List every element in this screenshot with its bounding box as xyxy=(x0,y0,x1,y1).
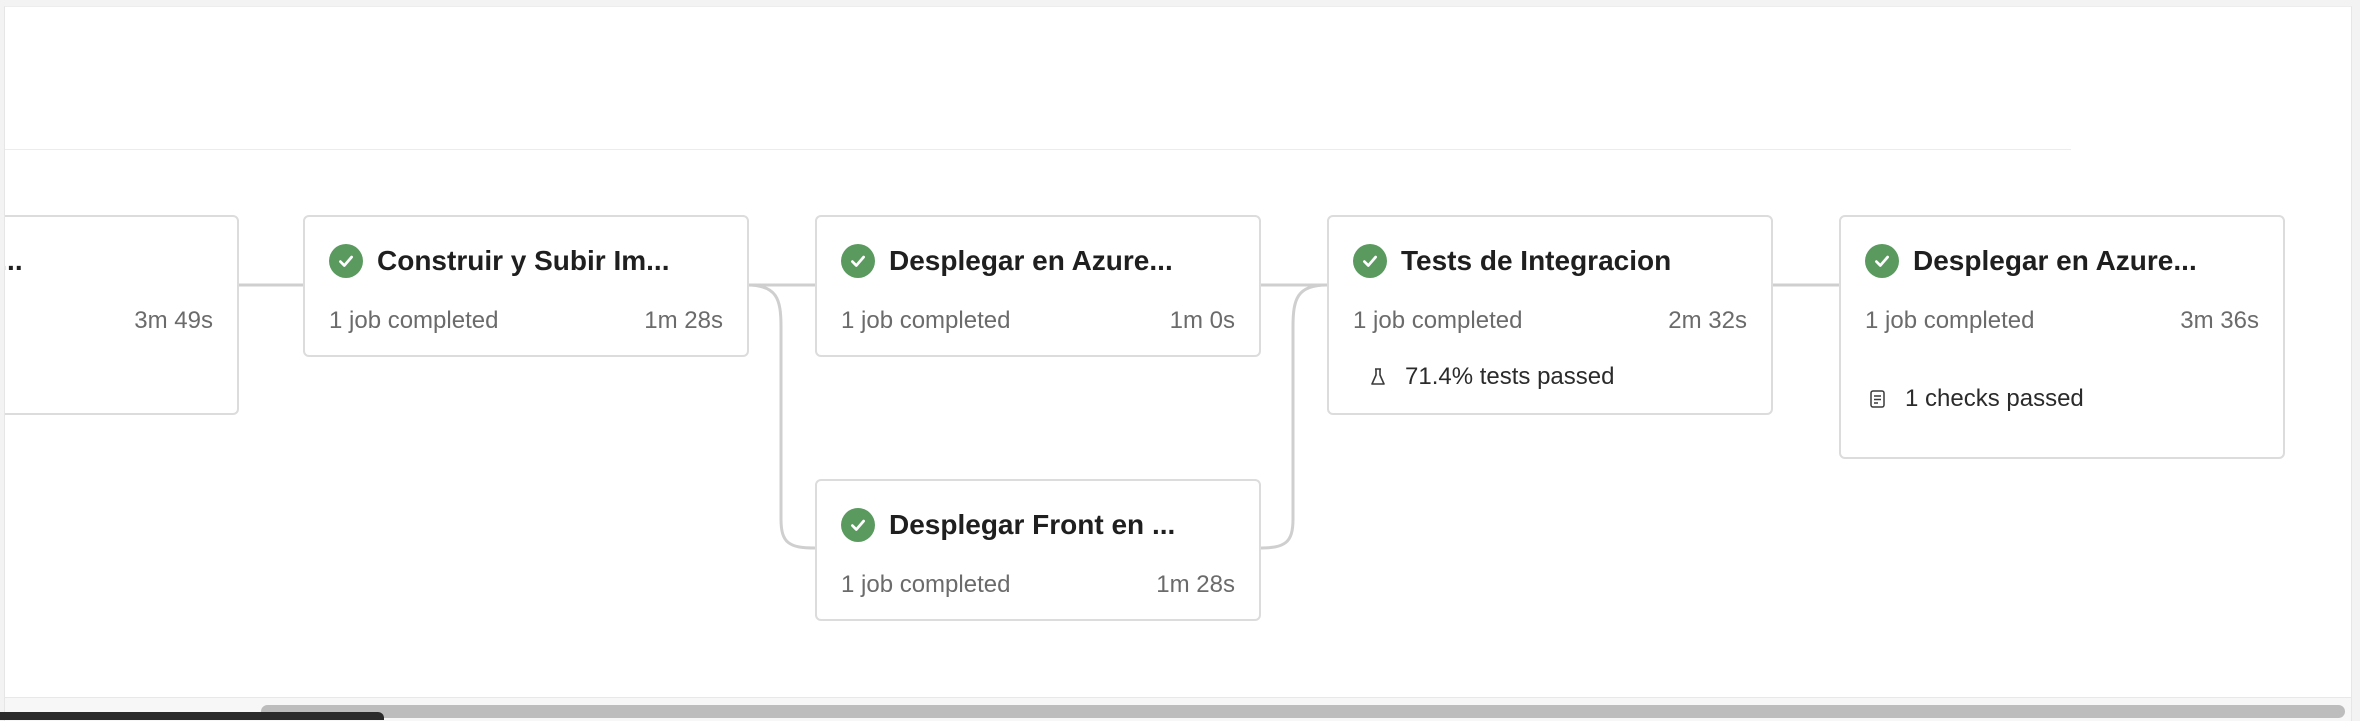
checks-passed-row: 1 checks passed xyxy=(1867,385,2084,413)
connector-stage4-stage5 xyxy=(1258,283,1328,550)
stage-summary: 1 job completed xyxy=(841,307,1011,334)
stage-duration: 2m 32s xyxy=(1668,307,1747,334)
stage-summary: 1 job completed xyxy=(1353,307,1523,334)
stage-title: Tests de Integracion xyxy=(1401,245,1672,276)
stage-summary: 1 job completed xyxy=(841,571,1011,598)
checklist-icon xyxy=(1867,388,1889,410)
connector-stage2-stage4 xyxy=(746,283,816,550)
tests-passed-row: 71.4% tests passed xyxy=(1367,363,1614,391)
stage-duration: 1m 0s xyxy=(1169,307,1235,334)
stage-title: Construir y Subir Im... xyxy=(377,245,670,276)
check-circle-icon xyxy=(1353,244,1387,278)
stage-duration: 3m 36s xyxy=(2180,307,2259,334)
stage-card-construir[interactable]: Construir y Subir Im... 1 job completed … xyxy=(303,215,749,357)
stage-title: Test API a... xyxy=(5,245,23,276)
tests-passed-text: 71.4% tests passed xyxy=(1405,363,1615,390)
check-circle-icon xyxy=(329,244,363,278)
check-circle-icon xyxy=(1865,244,1899,278)
stage-card-desplegar-azure-1[interactable]: Desplegar en Azure... 1 job completed 1m… xyxy=(815,215,1261,357)
check-circle-icon xyxy=(841,244,875,278)
scrollbar-thumb[interactable] xyxy=(261,705,2345,718)
stage-card-desplegar-azure-2[interactable]: Desplegar en Azure... 1 job completed 3m… xyxy=(1839,215,2285,459)
pipeline-panel: Test API a... d 3m 49s Construir y Subir… xyxy=(4,6,2352,721)
stage-title: Desplegar en Azure... xyxy=(889,245,1173,276)
checks-passed-text: 1 checks passed xyxy=(1905,385,2084,412)
check-circle-icon xyxy=(841,508,875,542)
stage-summary: 1 job completed xyxy=(1865,307,2035,334)
stage-card-test-api[interactable]: Test API a... d 3m 49s xyxy=(5,215,239,415)
stage-summary: 1 job completed xyxy=(329,307,499,334)
stage-card-desplegar-front[interactable]: Desplegar Front en ... 1 job completed 1… xyxy=(815,479,1261,621)
stage-card-tests-integracion[interactable]: Tests de Integracion 1 job completed 2m … xyxy=(1327,215,1773,415)
stage-title: Desplegar Front en ... xyxy=(889,509,1176,540)
stage-duration: 3m 49s xyxy=(134,307,213,334)
stage-duration: 1m 28s xyxy=(1156,571,1235,598)
bottom-dark-strip xyxy=(0,712,384,720)
flask-icon xyxy=(1367,366,1389,388)
stage-title: Desplegar en Azure... xyxy=(1913,245,2197,276)
stage-duration: 1m 28s xyxy=(644,307,723,334)
